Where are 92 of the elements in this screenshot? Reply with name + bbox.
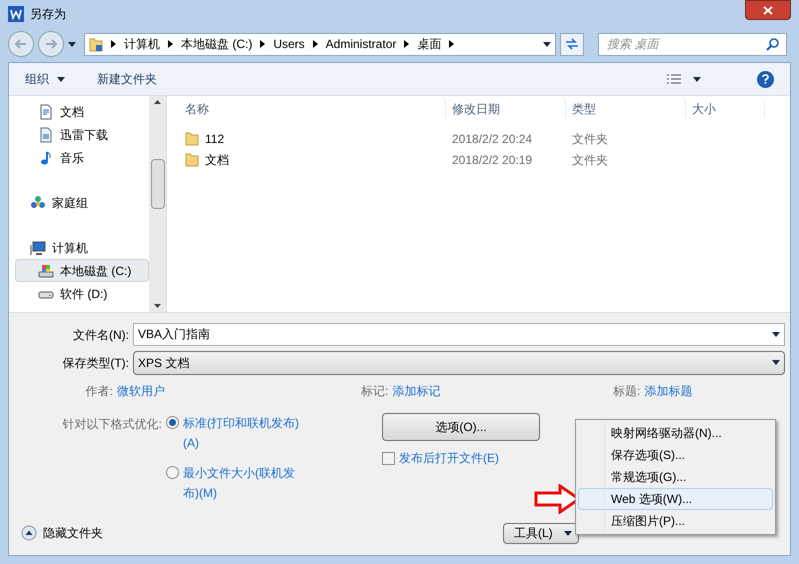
search-field[interactable]: 搜索 桌面 — [598, 32, 787, 56]
window-title: 另存为 — [30, 6, 66, 23]
chevron-right-icon — [260, 40, 266, 48]
radio-button[interactable] — [166, 416, 179, 429]
sidebar-item[interactable]: 迅雷下载 — [15, 123, 149, 146]
metadata-link[interactable]: 微软用户 — [117, 382, 165, 400]
breadcrumb-item[interactable]: 计算机 — [124, 35, 160, 53]
sidebar-item[interactable]: 计算机 — [15, 236, 149, 259]
chevron-right-icon — [168, 40, 173, 48]
breadcrumb-item[interactable]: Users — [273, 35, 305, 53]
view-options-button[interactable] — [667, 74, 701, 84]
column-header[interactable]: 名称 — [167, 100, 445, 118]
file-type-dropdown[interactable]: XPS 文档 — [133, 350, 785, 374]
back-button[interactable] — [8, 31, 34, 57]
caret-icon — [693, 76, 701, 82]
refresh-button[interactable] — [560, 32, 584, 56]
homegroup-icon — [30, 194, 46, 210]
forward-arrow-icon — [45, 39, 57, 49]
help-icon — [762, 74, 769, 84]
options-button[interactable]: 选项(O)... — [382, 413, 540, 441]
metadata-link[interactable]: 添加标题 — [644, 382, 692, 400]
breadcrumb-item[interactable]: 本地磁盘 (C:) — [181, 35, 252, 53]
column-header[interactable]: 大小 — [685, 100, 765, 118]
menu-item[interactable]: 常规选项(G)... — [578, 466, 773, 488]
address-bar[interactable]: 计算机 本地磁盘 (C:) Users Administrator 桌面 — [84, 32, 556, 56]
radio-button[interactable] — [166, 466, 179, 479]
metadata-link[interactable]: 添加标记 — [392, 382, 440, 400]
hide-folders-button[interactable]: 隐藏文件夹 — [13, 524, 103, 542]
sidebar-item[interactable]: 本地磁盘 (C:) — [15, 259, 149, 282]
sidebar-item[interactable]: 家庭组 — [15, 191, 149, 214]
breadcrumb-item[interactable]: 桌面 — [417, 35, 442, 53]
radio-option[interactable]: 标准(打印和联机发布)(A) — [166, 413, 312, 453]
back-arrow-icon — [15, 39, 27, 49]
close-icon — [763, 6, 773, 14]
collapse-up-icon — [21, 525, 37, 541]
scroll-up-icon — [154, 100, 161, 104]
menu-item[interactable]: 保存选项(S)... — [578, 444, 773, 466]
file-name-field[interactable]: VBA入门指南 — [133, 323, 785, 346]
history-caret-icon — [68, 42, 76, 46]
menu-item[interactable]: Web 选项(W)... — [578, 488, 773, 510]
file-name[interactable]: 文档 — [205, 150, 229, 168]
checkbox[interactable] — [382, 452, 395, 464]
sidebar-item[interactable]: 音乐 — [15, 146, 149, 169]
scroll-down-icon — [154, 304, 161, 308]
chevron-right-icon — [449, 40, 454, 48]
help-button[interactable] — [757, 70, 774, 88]
chevron-right-icon — [312, 40, 318, 48]
chevron-right-icon — [111, 40, 116, 48]
dropdown-caret-icon — [543, 42, 551, 46]
sidebar-item[interactable]: 软件 (D:) — [15, 282, 149, 305]
list-view-icon — [667, 74, 681, 84]
tools-button[interactable]: 工具(L) — [503, 522, 579, 544]
metadata-label: 作者: — [86, 383, 113, 400]
search-icon — [766, 38, 779, 50]
new-folder-button[interactable]: 新建文件夹 — [97, 70, 157, 88]
table-cell-text: 文件夹 — [571, 130, 609, 148]
field-label: 保存类型(T): — [61, 354, 130, 372]
organize-menu-button[interactable]: 组织 — [25, 70, 65, 88]
optimize-label: 针对以下格式优化: — [62, 416, 162, 433]
caret-icon — [564, 530, 572, 536]
menu-item[interactable]: 压缩图片(P)... — [578, 510, 773, 532]
field-label: 文件名(N): — [72, 326, 130, 344]
close-button[interactable] — [745, 0, 791, 20]
table-cell-text: 2018/2/2 20:19 — [451, 152, 534, 168]
breadcrumb-item[interactable]: Administrator — [326, 35, 396, 53]
table-cell-text: 2018/2/2 20:24 — [451, 130, 534, 148]
drive-icon — [38, 262, 54, 278]
folder-icon — [89, 36, 103, 52]
document-icon — [38, 126, 54, 142]
radio-option[interactable]: 最小文件大小(联机发布)(M) — [166, 463, 312, 503]
column-header[interactable]: 类型 — [565, 100, 685, 118]
sidebar-item[interactable]: 文档 — [15, 100, 149, 123]
menu-item[interactable]: 映射网络驱动器(N)... — [578, 422, 773, 444]
word-logo-icon — [8, 6, 24, 22]
caret-icon — [57, 76, 65, 82]
metadata-label: 标题: — [613, 383, 640, 400]
caret-icon — [772, 360, 780, 365]
computer-icon — [30, 240, 46, 256]
checkbox-option[interactable]: 发布后打开文件(E) — [382, 449, 540, 467]
column-header[interactable]: 修改日期 — [445, 100, 565, 118]
file-name[interactable]: 112 — [205, 130, 224, 148]
folder-icon — [185, 152, 199, 167]
table-cell-text: 文件夹 — [571, 152, 609, 168]
chevron-right-icon — [404, 40, 410, 48]
document-icon — [38, 104, 54, 120]
refresh-icon — [565, 38, 579, 50]
forward-button[interactable] — [38, 31, 64, 57]
metadata-label: 标记: — [361, 383, 388, 400]
scrollbar[interactable] — [149, 96, 166, 312]
folder-icon — [185, 131, 199, 146]
caret-icon — [772, 332, 780, 337]
scrollbar-thumb[interactable] — [150, 159, 164, 209]
